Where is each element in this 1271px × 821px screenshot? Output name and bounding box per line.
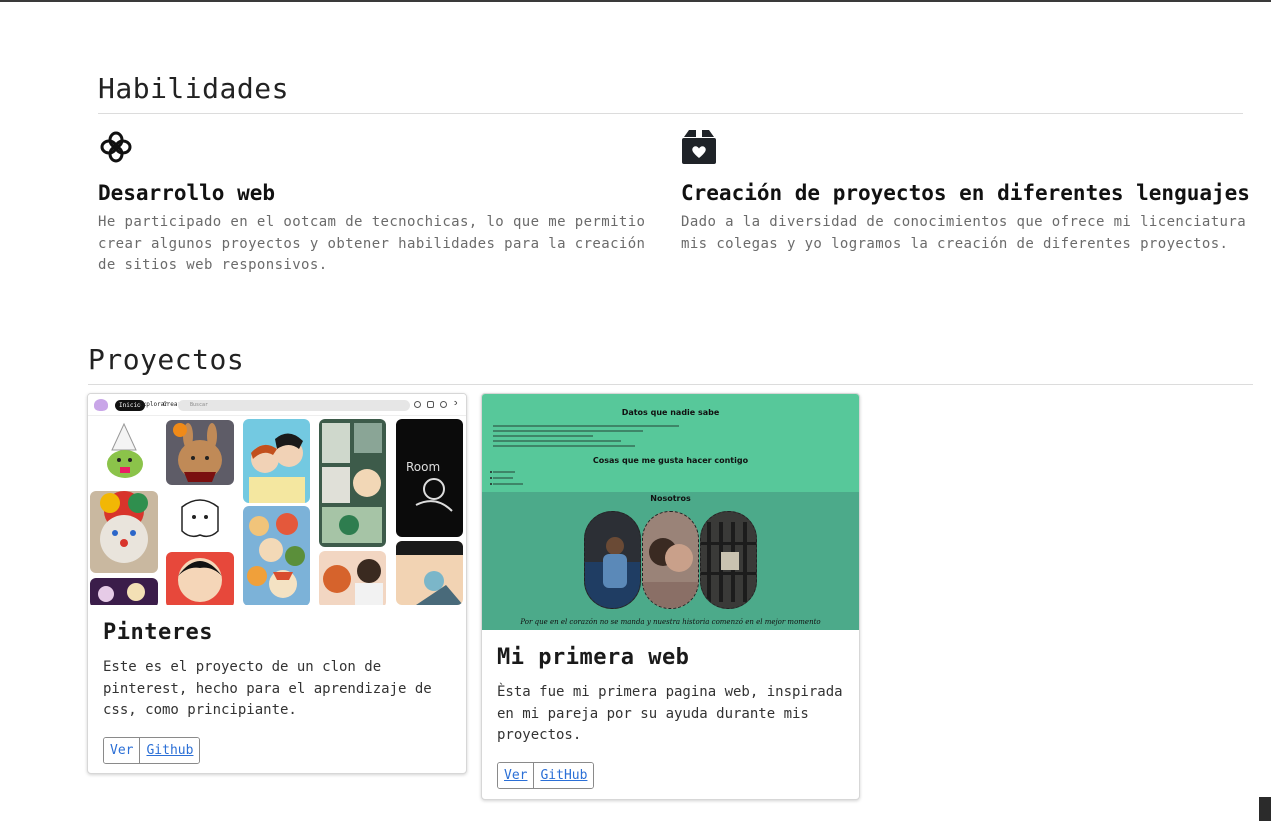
project-button-group: Ver GitHub <box>497 761 595 789</box>
scrollbar-thumb[interactable] <box>1259 797 1271 821</box>
thumb-photo-oval <box>642 511 699 609</box>
github-button[interactable]: GitHub <box>534 762 594 788</box>
message-icon <box>427 401 434 408</box>
pin-tile <box>243 506 310 605</box>
project-card-pinteres: Inicio Explorar Crear Buscar Room Pinter… <box>87 393 467 774</box>
thumb-text-line <box>493 445 635 447</box>
github-button[interactable]: Github <box>140 737 200 763</box>
project-screenshot-pinterest: Inicio Explorar Crear Buscar Room <box>88 394 466 605</box>
chevron-down-icon <box>452 400 458 406</box>
project-button-group: Ver Github <box>103 736 201 764</box>
thumb-search-bar: Buscar <box>178 400 410 411</box>
bell-icon <box>414 401 421 408</box>
skill-heading: Creación de proyectos en diferentes leng… <box>681 181 1250 205</box>
thumb-text-line <box>493 477 513 479</box>
thumb-text-line <box>493 440 621 442</box>
pin-tile <box>319 551 386 605</box>
skill-multi-language-projects: Creación de proyectos en diferentes leng… <box>681 128 1251 255</box>
thumb-heading-us: Nosotros <box>650 494 691 503</box>
pin-tile <box>166 420 234 485</box>
thumb-footer-quote: Por que en el corazón no se manda y nues… <box>520 618 821 626</box>
top-border <box>0 0 1271 2</box>
project-title: Pinteres <box>103 620 213 645</box>
profile-icon <box>440 401 447 408</box>
pin-tile <box>319 419 386 547</box>
thumb-bullet <box>490 471 492 473</box>
pin-tile <box>90 491 158 573</box>
project-card-body: Mi primera web Èsta fue mi primera pagin… <box>482 630 859 799</box>
skill-heading: Desarrollo web <box>98 181 276 205</box>
pin-tile <box>170 491 230 543</box>
skill-description: Dado a la diversidad de conocimientos qu… <box>681 214 1247 252</box>
pin-tile: Room <box>396 419 463 537</box>
thumb-photo-oval <box>584 511 641 609</box>
thumb-heading-likes: Cosas que me gusta hacer contigo <box>592 456 749 465</box>
thumb-text-line <box>493 483 523 485</box>
projects-divider <box>88 384 1253 385</box>
thumb-bullet <box>490 483 492 485</box>
thumb-text-line <box>493 430 643 432</box>
heart-logo-icon <box>94 399 108 411</box>
thumb-text-line <box>493 425 679 427</box>
heart-box-icon <box>682 130 716 164</box>
pin-tile <box>90 578 158 605</box>
pin-tile <box>243 419 310 503</box>
thumb-navbar: Inicio Explorar Crear Buscar <box>88 394 466 416</box>
skills-divider <box>98 113 1243 114</box>
thumb-heading-facts: Datos que nadie sabe <box>621 408 720 417</box>
view-button[interactable]: Ver <box>104 737 141 763</box>
project-card-mi-primera-web: Datos que nadie sabe Cosas que me gusta … <box>481 393 860 800</box>
skills-section-title: Habilidades <box>98 72 289 105</box>
pin-tile <box>166 552 234 605</box>
pin-tile <box>92 420 158 484</box>
project-card-body: Pinteres Este es el proyecto de un clon … <box>88 605 466 773</box>
skill-web-development: Desarrollo web He participado en el ootc… <box>98 128 668 277</box>
svg-text:Room: Room <box>406 460 440 474</box>
project-screenshot-first-web: Datos que nadie sabe Cosas que me gusta … <box>482 394 859 630</box>
project-description: Èsta fue mi primera pagina web, inspirad… <box>497 684 843 743</box>
project-title: Mi primera web <box>497 645 690 670</box>
pin-tile <box>396 541 463 605</box>
thumb-photo-oval <box>700 511 757 609</box>
skill-description: He participado en el ootcam de tecnochic… <box>98 214 646 273</box>
thumb-bullet <box>490 477 492 479</box>
project-description: Este es el proyecto de un clon de pinter… <box>103 659 432 718</box>
projects-section-title: Proyectos <box>88 343 245 376</box>
atom-flower-icon <box>100 131 132 163</box>
thumb-text-line <box>493 435 593 437</box>
view-button[interactable]: Ver <box>498 762 535 788</box>
thumb-text-line <box>493 471 515 473</box>
